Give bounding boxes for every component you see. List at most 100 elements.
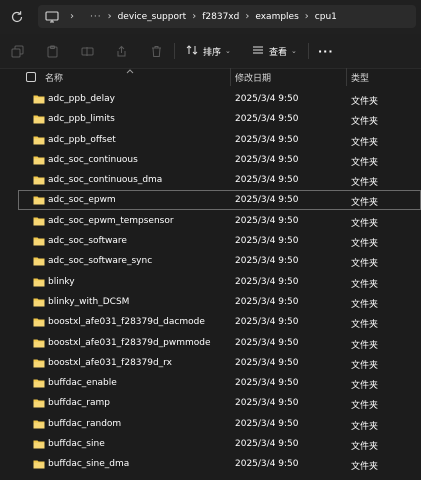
folder-icon — [33, 94, 45, 104]
file-row[interactable]: adc_soc_software_sync 2025/3/4 9:50 文件夹 — [0, 251, 421, 271]
folder-icon — [33, 358, 45, 368]
paste-icon[interactable] — [43, 42, 61, 60]
folder-icon — [33, 297, 45, 307]
breadcrumb-examples[interactable]: examples — [255, 12, 298, 22]
file-row[interactable]: buffdac_sine 2025/3/4 9:50 文件夹 — [0, 434, 421, 454]
rename-icon[interactable] — [78, 42, 96, 60]
chevron-right-icon[interactable]: › — [70, 11, 74, 22]
folder-icon — [33, 338, 45, 348]
file-type: 文件夹 — [351, 462, 379, 473]
file-row[interactable]: adc_soc_continuous 2025/3/4 9:50 文件夹 — [0, 150, 421, 170]
file-modified-date: 2025/3/4 9:50 — [235, 276, 299, 287]
file-modified-date: 2025/3/4 9:50 — [235, 418, 299, 429]
sort-label: 排序 — [203, 47, 222, 58]
select-all-checkbox[interactable] — [26, 72, 36, 82]
file-modified-date: 2025/3/4 9:50 — [235, 296, 299, 307]
file-type: 文件夹 — [351, 157, 379, 168]
refresh-icon[interactable] — [8, 8, 26, 26]
file-row[interactable]: adc_soc_epwm 2025/3/4 9:50 文件夹 — [0, 190, 421, 211]
folder-icon — [33, 459, 45, 469]
file-modified-date: 2025/3/4 9:50 — [235, 195, 299, 206]
file-type: 文件夹 — [351, 360, 379, 371]
file-name: boostxl_afe031_f28379d_dacmode — [48, 317, 205, 328]
address-bar[interactable]: › ··· › device_support › f2837xd › examp… — [38, 5, 416, 28]
folder-icon — [33, 155, 45, 165]
file-row[interactable]: adc_ppb_offset 2025/3/4 9:50 文件夹 — [0, 130, 421, 150]
more-options-button[interactable]: ··· — [318, 41, 334, 61]
file-modified-date: 2025/3/4 9:50 — [235, 357, 299, 368]
file-name: adc_ppb_offset — [48, 134, 116, 145]
file-type: 文件夹 — [351, 421, 379, 432]
file-type: 文件夹 — [351, 259, 379, 270]
share-icon[interactable] — [112, 42, 130, 60]
chevron-right-icon[interactable]: › — [108, 11, 112, 22]
column-type-header[interactable]: 类型 — [351, 71, 369, 84]
file-name: buffdac_enable — [48, 378, 117, 389]
breadcrumb-device-support[interactable]: device_support — [118, 12, 187, 22]
column-name-header[interactable]: 名称 — [45, 71, 63, 84]
navigation-bar: › ··· › device_support › f2837xd › examp… — [0, 0, 421, 34]
file-row[interactable]: buffdac_sine_dma 2025/3/4 9:50 文件夹 — [0, 454, 421, 474]
file-row[interactable]: blinky 2025/3/4 9:50 文件夹 — [0, 272, 421, 292]
file-row[interactable]: boostxl_afe031_f28379d_rx 2025/3/4 9:50 文件… — [0, 353, 421, 373]
column-header: 名称 修改日期 类型 — [0, 68, 421, 86]
file-name: adc_soc_continuous — [48, 154, 138, 165]
file-row[interactable]: adc_soc_epwm_tempsensor 2025/3/4 9:50 文件夹 — [0, 211, 421, 231]
file-type: 文件夹 — [351, 401, 379, 412]
breadcrumb-overflow-button[interactable]: ··· — [90, 12, 102, 22]
file-modified-date: 2025/3/4 9:50 — [235, 317, 299, 328]
file-name: buffdac_random — [48, 418, 122, 429]
view-button[interactable]: 查看 ⌄ — [252, 41, 297, 61]
sort-icon — [186, 44, 198, 59]
folder-icon — [33, 439, 45, 449]
file-row[interactable]: adc_ppb_delay 2025/3/4 9:50 文件夹 — [0, 89, 421, 109]
file-type: 文件夹 — [351, 320, 379, 331]
file-name: adc_soc_software — [48, 236, 127, 247]
breadcrumb-f2837xd[interactable]: f2837xd — [202, 12, 239, 22]
this-pc-icon[interactable] — [40, 10, 64, 23]
breadcrumb-cpu1[interactable]: cpu1 — [315, 12, 337, 22]
file-row[interactable]: buffdac_ramp 2025/3/4 9:50 文件夹 — [0, 393, 421, 413]
file-row[interactable]: blinky_with_DCSM 2025/3/4 9:50 文件夹 — [0, 292, 421, 312]
file-modified-date: 2025/3/4 9:50 — [235, 337, 299, 348]
file-row[interactable]: boostxl_afe031_f28379d_dacmode 2025/3/4 9… — [0, 312, 421, 332]
folder-icon — [33, 195, 45, 205]
file-modified-date: 2025/3/4 9:50 — [235, 398, 299, 409]
copy-icon[interactable] — [8, 42, 26, 60]
toolbar-divider — [308, 43, 309, 59]
file-row[interactable]: adc_soc_continuous_dma 2025/3/4 9:50 文件夹 — [0, 170, 421, 190]
chevron-right-icon[interactable]: › — [305, 11, 309, 22]
chevron-right-icon[interactable]: › — [245, 11, 249, 22]
column-divider[interactable] — [346, 68, 347, 86]
column-modified-header[interactable]: 修改日期 — [235, 71, 271, 84]
file-name: adc_soc_software_sync — [48, 256, 153, 267]
file-name: adc_ppb_limits — [48, 114, 115, 125]
folder-icon — [33, 277, 45, 287]
chevron-down-icon: ⌄ — [225, 47, 231, 55]
file-row[interactable]: adc_ppb_limits 2025/3/4 9:50 文件夹 — [0, 109, 421, 129]
file-name: adc_soc_epwm — [48, 195, 116, 206]
file-modified-date: 2025/3/4 9:50 — [235, 459, 299, 470]
file-row[interactable]: adc_soc_software 2025/3/4 9:50 文件夹 — [0, 231, 421, 251]
file-name: adc_soc_continuous_dma — [48, 175, 163, 186]
file-modified-date: 2025/3/4 9:50 — [235, 215, 299, 226]
file-row[interactable]: buffdac_random 2025/3/4 9:50 文件夹 — [0, 414, 421, 434]
column-divider[interactable] — [230, 68, 231, 86]
file-row[interactable]: boostxl_afe031_f28379d_pwmmode 2025/3/4 9… — [0, 333, 421, 353]
file-list: adc_ppb_delay 2025/3/4 9:50 文件夹 adc_ppb_lim… — [0, 89, 421, 475]
chevron-right-icon[interactable]: › — [192, 11, 196, 22]
file-row[interactable]: buffdac_enable 2025/3/4 9:50 文件夹 — [0, 373, 421, 393]
file-type: 文件夹 — [351, 97, 379, 107]
command-bar: 排序 ⌄ 查看 ⌄ ··· — [0, 34, 421, 69]
file-type: 文件夹 — [351, 218, 379, 229]
file-type: 文件夹 — [351, 198, 379, 209]
folder-icon — [33, 256, 45, 266]
folder-icon — [33, 398, 45, 408]
delete-icon[interactable] — [147, 42, 165, 60]
file-name: boostxl_afe031_f28379d_rx — [48, 357, 172, 368]
file-type: 文件夹 — [351, 239, 379, 250]
file-type: 文件夹 — [351, 117, 379, 128]
file-modified-date: 2025/3/4 9:50 — [235, 94, 299, 104]
sort-button[interactable]: 排序 ⌄ — [186, 41, 231, 61]
file-name: buffdac_ramp — [48, 398, 110, 409]
